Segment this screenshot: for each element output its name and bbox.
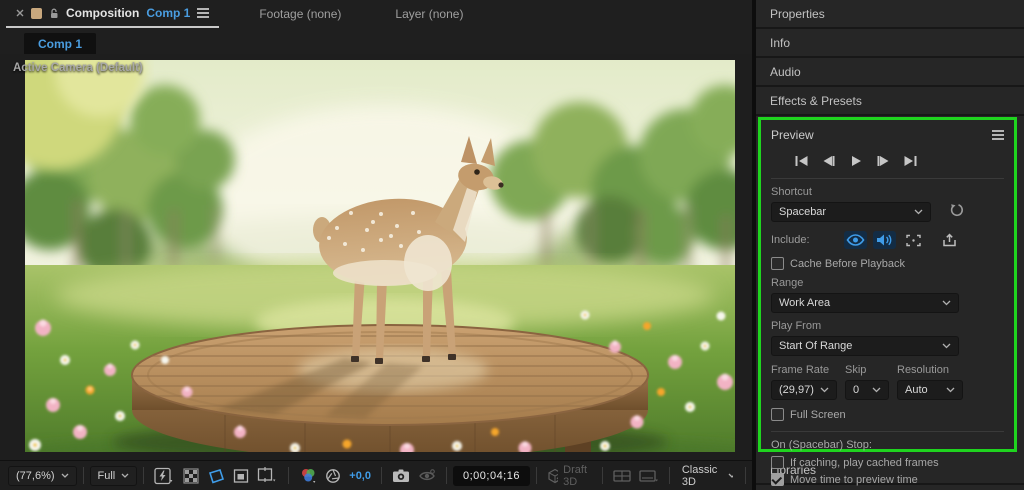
3d-view-layout-icon[interactable] xyxy=(609,465,635,487)
resolution-label: Resolution xyxy=(897,364,963,376)
right-sidebar: Properties Info Audio Effects & Presets … xyxy=(756,0,1024,490)
checkbox-if-caching[interactable] xyxy=(771,456,784,469)
resolution-value: Auto xyxy=(905,384,928,396)
range-value: Work Area xyxy=(779,297,830,309)
previous-frame-button[interactable] xyxy=(820,154,838,168)
snapshot-camera-button[interactable] xyxy=(388,465,414,487)
exposure-value[interactable]: +0,0 xyxy=(345,465,375,487)
show-snapshot-icon[interactable] xyxy=(414,465,440,487)
after-effects-window: Composition Comp 1 Footage (none) Layer … xyxy=(0,0,1024,490)
magnification-ratio-dropdown[interactable]: (77,6%) xyxy=(8,466,77,486)
frame-rate-label: Frame Rate xyxy=(771,364,837,376)
preview-panel: Preview Shortcut Spacebar xyxy=(758,117,1017,452)
chevron-down-icon xyxy=(61,473,69,478)
panel-menu-icon[interactable] xyxy=(197,8,209,18)
active-camera-label: Active Camera (Default) xyxy=(13,62,143,74)
shortcut-value: Spacebar xyxy=(779,206,826,218)
skip-value: 0 xyxy=(853,384,859,396)
chevron-down-icon xyxy=(946,387,955,393)
skip-label: Skip xyxy=(845,364,889,376)
include-overlays-icon[interactable] xyxy=(902,231,925,249)
renderer-dropdown[interactable]: Classic 3D xyxy=(676,464,739,488)
panel-header-effects-presets[interactable]: Effects & Presets xyxy=(756,87,1024,116)
resolution-dropdown[interactable]: Full xyxy=(90,466,138,486)
lock-icon[interactable] xyxy=(49,8,59,19)
cube-lightning-icon xyxy=(547,468,558,484)
scene-platform xyxy=(112,325,668,452)
composition-viewer[interactable]: Active Camera (Default) xyxy=(0,54,752,460)
checkbox-move-time[interactable] xyxy=(771,473,784,486)
composition-pane: Composition Comp 1 Footage (none) Layer … xyxy=(0,0,752,490)
shortcut-dropdown[interactable]: Spacebar xyxy=(771,202,931,222)
shortcut-label: Shortcut xyxy=(771,186,1004,198)
zoom-value: (77,6%) xyxy=(16,470,55,482)
checkbox-cache-before-playback[interactable] xyxy=(771,257,784,270)
close-icon[interactable] xyxy=(16,9,24,17)
play-button[interactable] xyxy=(847,154,865,168)
panel-swatch-icon xyxy=(31,8,42,19)
move-time-label: Move time to preview time xyxy=(790,474,918,486)
range-dropdown[interactable]: Work Area xyxy=(771,293,959,313)
include-share-icon[interactable] xyxy=(938,231,961,249)
include-label: Include: xyxy=(771,234,810,246)
chevron-down-icon xyxy=(914,209,923,215)
transparency-grid-button[interactable] xyxy=(179,465,203,487)
range-label: Range xyxy=(771,277,1004,289)
tab-composition-label: Composition xyxy=(66,6,139,20)
resolution-preview-dropdown[interactable]: Auto xyxy=(897,380,963,400)
chevron-down-icon xyxy=(820,387,829,393)
cache-before-playback-label: Cache Before Playback xyxy=(790,258,905,270)
on-stop-label: On (Spacebar) Stop: xyxy=(771,439,1004,451)
frame-rate-value: (29,97) xyxy=(779,384,814,396)
tab-composition-doc: Comp 1 xyxy=(146,6,190,20)
region-of-interest-button[interactable] xyxy=(229,465,253,487)
chevron-down-icon xyxy=(121,473,129,478)
viewer-tab-row: Comp 1 xyxy=(0,28,752,54)
chevron-down-icon xyxy=(728,473,734,478)
draft-3d-label: Draft 3D xyxy=(563,464,592,488)
checkbox-full-screen[interactable] xyxy=(771,408,784,421)
play-from-dropdown[interactable]: Start Of Range xyxy=(771,336,959,356)
draft-3d-toggle[interactable]: Draft 3D xyxy=(543,465,596,487)
skip-dropdown[interactable]: 0 xyxy=(845,380,889,400)
exposure-reset-icon[interactable] xyxy=(321,465,345,487)
show-channel-button[interactable] xyxy=(295,465,321,487)
renderer-value: Classic 3D xyxy=(682,464,720,488)
next-frame-button[interactable] xyxy=(874,154,892,168)
first-frame-button[interactable] xyxy=(793,154,811,168)
if-caching-label: If caching, play cached frames xyxy=(790,457,939,469)
panel-header-audio[interactable]: Audio xyxy=(756,58,1024,87)
magnification-value: Full xyxy=(98,470,116,482)
3d-ground-plane-icon[interactable] xyxy=(635,465,663,487)
fast-previews-button[interactable] xyxy=(150,465,179,487)
play-from-label: Play From xyxy=(771,320,1004,332)
mask-visibility-button[interactable] xyxy=(203,465,229,487)
play-from-value: Start Of Range xyxy=(779,340,852,352)
include-video-eye-icon[interactable] xyxy=(844,231,867,249)
preview-title: Preview xyxy=(771,128,814,142)
grid-guides-button[interactable] xyxy=(253,465,282,487)
full-screen-label: Full Screen xyxy=(790,409,846,421)
frame-rate-dropdown[interactable]: (29,97) xyxy=(771,380,837,400)
viewer-toolbar: (77,6%) Full xyxy=(0,460,752,490)
panel-tab-bar: Composition Comp 1 Footage (none) Layer … xyxy=(0,0,752,28)
preview-menu-icon[interactable] xyxy=(992,130,1004,140)
tab-composition[interactable]: Composition Comp 1 xyxy=(6,0,219,28)
tab-footage[interactable]: Footage (none) xyxy=(245,0,355,28)
viewer-tab-comp1[interactable]: Comp 1 xyxy=(24,33,96,54)
reset-icon[interactable] xyxy=(949,203,964,221)
chevron-down-icon xyxy=(872,387,881,393)
chevron-down-icon xyxy=(942,343,951,349)
panel-header-info[interactable]: Info xyxy=(756,29,1024,58)
panel-header-properties[interactable]: Properties xyxy=(756,0,1024,29)
last-frame-button[interactable] xyxy=(901,154,919,168)
chevron-down-icon xyxy=(942,300,951,306)
include-audio-speaker-icon[interactable] xyxy=(873,231,896,249)
tab-layer[interactable]: Layer (none) xyxy=(381,0,477,28)
transport-controls xyxy=(793,154,1004,168)
current-time-field[interactable]: 0;00;04;16 xyxy=(453,466,530,486)
composition-image xyxy=(25,60,735,452)
